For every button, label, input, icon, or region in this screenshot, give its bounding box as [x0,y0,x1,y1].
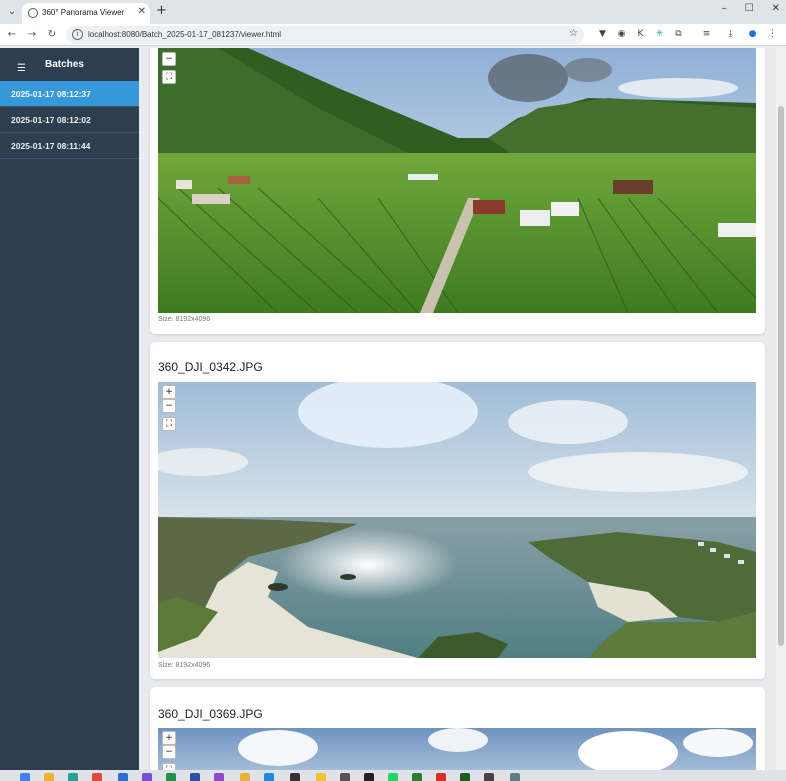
app-icon[interactable] [340,773,350,781]
vertical-scrollbar[interactable] [776,48,786,770]
panorama-image[interactable] [158,382,756,658]
chrome-icon[interactable] [92,773,102,781]
back-icon[interactable]: ← [4,27,20,43]
app-icon[interactable] [412,773,422,781]
app-icon[interactable] [118,773,128,781]
panorama-card: 360_DJI_0369.JPG + − ⛶ [150,687,765,770]
panorama-viewer[interactable]: + − ⛶ [158,382,756,658]
app-icon[interactable] [240,773,250,781]
extension-sparkle-icon[interactable]: ✳ [653,28,666,41]
app-icon[interactable] [166,773,176,781]
main-content: − ⛶ Size: 8192x4096 360_DJI_0342.JPG + −… [139,48,786,770]
terminal-icon[interactable] [290,773,300,781]
fullscreen-button[interactable]: ⛶ [162,417,176,431]
zoom-in-button[interactable]: + [162,731,176,745]
app-icon[interactable] [214,773,224,781]
profile-avatar-icon[interactable]: ● [746,28,759,41]
panorama-image[interactable] [158,48,756,313]
extension-filter-icon[interactable]: ▼ [596,28,609,41]
app-icon[interactable] [316,773,326,781]
zoom-out-button[interactable]: − [162,399,176,413]
batch-list: 2025-01-17 08:12:37 2025-01-17 08:12:02 … [0,81,139,159]
app-icon[interactable] [484,773,494,781]
panorama-viewer[interactable]: − ⛶ [158,48,756,313]
os-taskbar [0,770,786,781]
image-size-text: Size: 8192x4096 [158,316,211,323]
download-icon[interactable]: ⤓ [724,28,737,41]
app-icon[interactable] [142,773,152,781]
address-bar[interactable]: i localhost:8080/Batch_2025-01-17_081237… [66,26,584,44]
panorama-card: 360_DJI_0342.JPG + − ⛶ Size: 8192x4096 [150,342,765,679]
menu-kebab-icon[interactable]: ⋮ [766,28,779,41]
app-icon[interactable] [436,773,446,781]
sidebar-header: ☰ Batches [0,48,139,81]
bookmark-star-icon[interactable]: ☆ [569,28,578,39]
vscode-icon[interactable] [264,773,274,781]
app-icon[interactable] [460,773,470,781]
app-icon[interactable] [510,773,520,781]
sidebar-title: Batches [45,59,84,70]
panorama-card: − ⛶ Size: 8192x4096 [150,48,765,334]
url-text[interactable]: localhost:8080/Batch_2025-01-17_081237/v… [88,30,281,39]
globe-icon [28,8,38,18]
panorama-title: 360_DJI_0369.JPG [158,707,263,721]
batch-item-active[interactable]: 2025-01-17 08:12:37 [0,81,139,107]
tab-search-icon[interactable]: ⌄ [4,4,20,20]
hamburger-menu-icon[interactable]: ☰ [17,63,26,74]
edge-icon[interactable] [68,773,78,781]
extension-k-icon[interactable]: K [634,28,647,41]
tab-title: 360° Panorama Viewer [42,8,125,17]
media-icon[interactable]: ≡ [700,28,713,41]
browser-tab[interactable]: 360° Panorama Viewer ✕ [22,3,150,24]
scrollbar-thumb[interactable] [778,106,784,646]
app-icon[interactable] [190,773,200,781]
panorama-image[interactable] [158,728,756,770]
app-icon[interactable] [364,773,374,781]
zoom-out-button[interactable]: − [162,745,176,759]
zoom-out-button[interactable]: − [162,52,176,66]
browser-tab-bar: ⌄ 360° Panorama Viewer ✕ + – ☐ ✕ [0,0,786,24]
fullscreen-button[interactable]: ⛶ [162,70,176,84]
file-explorer-icon[interactable] [44,773,54,781]
zoom-in-button[interactable]: + [162,385,176,399]
image-size-text: Size: 8192x4096 [158,662,211,669]
reload-icon[interactable]: ↻ [44,27,60,43]
fullscreen-button[interactable]: ⛶ [162,763,176,770]
minimize-icon[interactable]: – [722,3,727,14]
forward-icon[interactable]: → [24,27,40,43]
close-window-icon[interactable]: ✕ [772,3,780,14]
maximize-icon[interactable]: ☐ [745,3,754,14]
batch-item[interactable]: 2025-01-17 08:12:02 [0,107,139,133]
whatsapp-icon[interactable] [388,773,398,781]
browser-toolbar: ← → ↻ i localhost:8080/Batch_2025-01-17_… [0,24,786,46]
extension-shield-icon[interactable]: ◉ [615,28,628,41]
start-icon[interactable] [20,773,30,781]
close-tab-icon[interactable]: ✕ [138,6,146,17]
window-controls: – ☐ ✕ [722,3,780,14]
panorama-title: 360_DJI_0342.JPG [158,360,263,374]
site-info-icon[interactable]: i [72,29,83,40]
extensions-puzzle-icon[interactable]: ⧉ [672,28,685,41]
panorama-viewer[interactable]: + − ⛶ [158,728,756,770]
new-tab-icon[interactable]: + [156,3,167,18]
batch-item[interactable]: 2025-01-17 08:11:44 [0,133,139,159]
sidebar: ☰ Batches 2025-01-17 08:12:37 2025-01-17… [0,48,139,770]
